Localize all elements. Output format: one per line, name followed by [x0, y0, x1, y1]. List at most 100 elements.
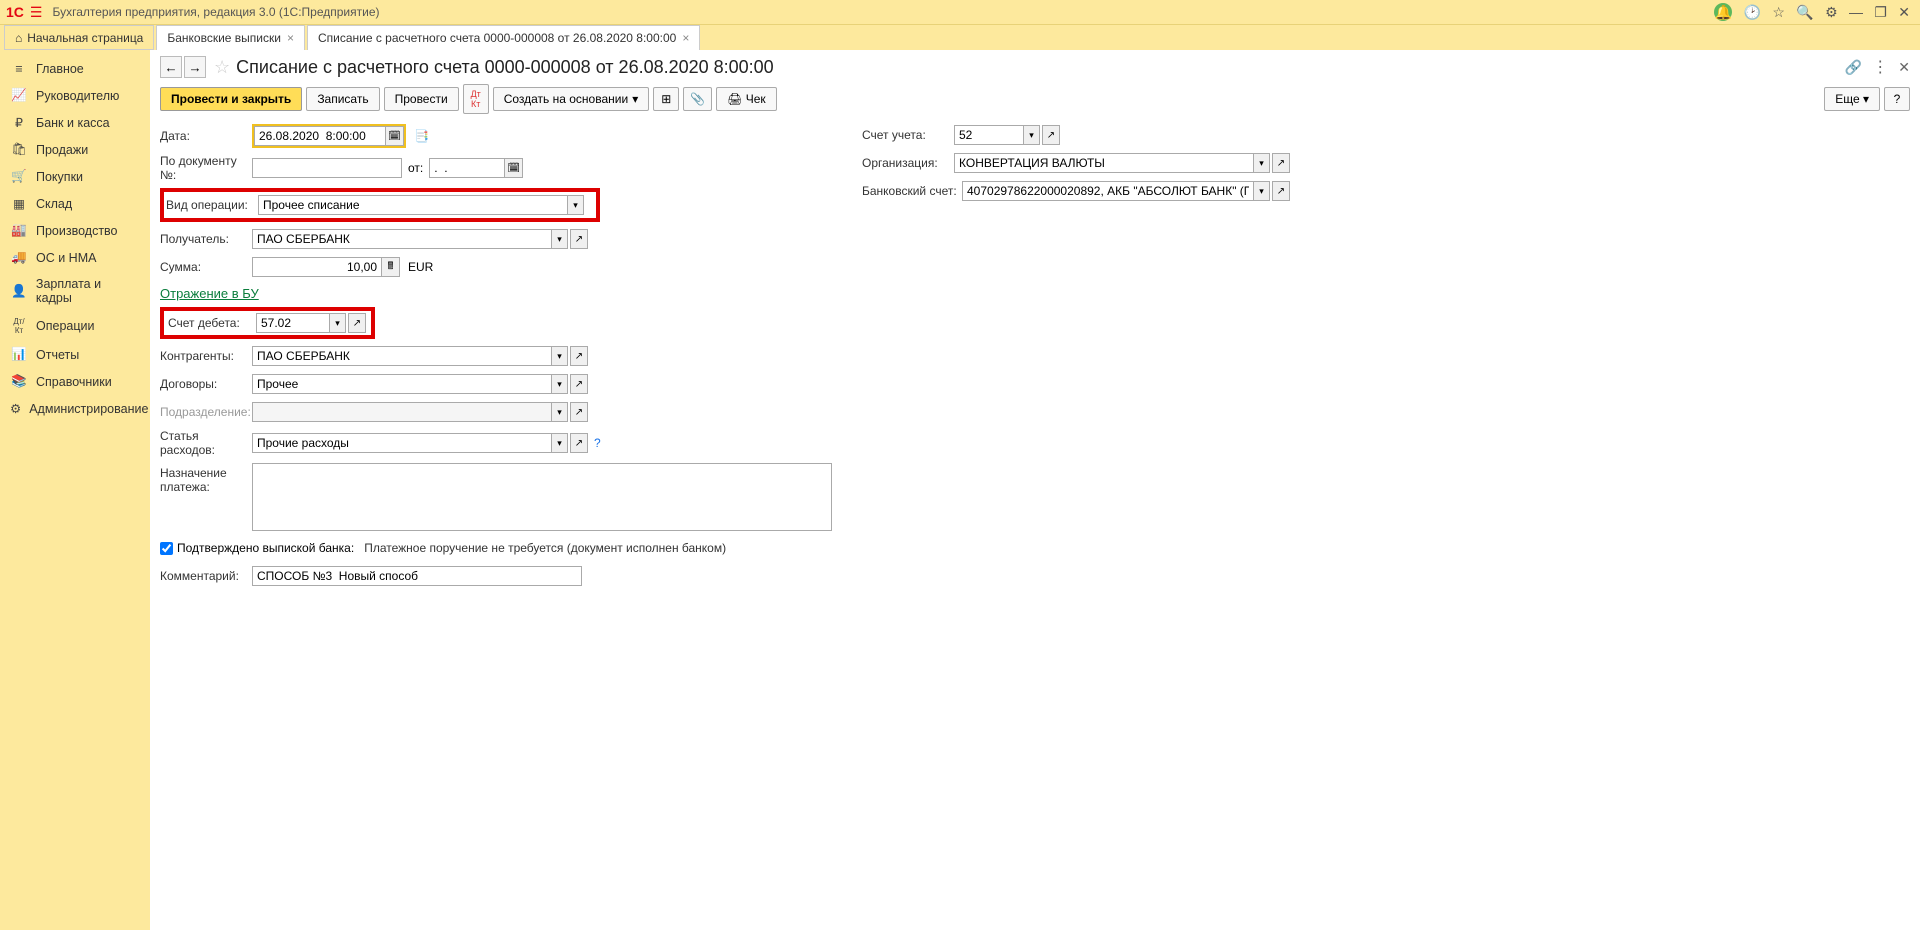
sum-input[interactable]: [252, 257, 382, 277]
form-right-column: Счет учета: ▾ ↗ Организация: ▾ ↗ Банковс…: [862, 124, 1290, 593]
create-based-label: Создать на основании: [504, 92, 629, 106]
close-app-icon[interactable]: ✕: [1898, 4, 1910, 20]
post-close-button[interactable]: Провести и закрыть: [160, 87, 302, 111]
search-icon[interactable]: 🔍: [1796, 4, 1813, 20]
attach-button[interactable]: 📎: [683, 87, 712, 111]
debit-input[interactable]: [256, 313, 330, 333]
contragents-input[interactable]: [252, 346, 552, 366]
currency-label: EUR: [408, 260, 433, 274]
open-icon[interactable]: ↗: [570, 433, 588, 453]
minimize-icon[interactable]: —: [1849, 4, 1863, 20]
reflection-link[interactable]: Отражение в БУ: [160, 286, 259, 301]
help-button[interactable]: ?: [1884, 87, 1910, 111]
dropdown-icon[interactable]: ▾: [1254, 181, 1270, 201]
more-button[interactable]: Еще ▾: [1824, 87, 1880, 111]
truck-icon: 🚚: [10, 250, 28, 265]
favorite-icon[interactable]: ☆: [1772, 4, 1785, 20]
open-icon[interactable]: ↗: [1272, 153, 1290, 173]
sidebar-item-purchases[interactable]: 🛒Покупки: [0, 163, 150, 190]
sidebar-item-warehouse[interactable]: ▦Склад: [0, 190, 150, 217]
dropdown-icon[interactable]: ▾: [552, 229, 568, 249]
receipt-button[interactable]: 🖨 Чек: [716, 87, 777, 111]
open-icon[interactable]: ↗: [348, 313, 366, 333]
sidebar-item-salary[interactable]: 👤Зарплата и кадры: [0, 271, 150, 311]
dept-input: [252, 402, 552, 422]
open-icon[interactable]: ↗: [1042, 125, 1060, 145]
dropdown-icon[interactable]: ▾: [330, 313, 346, 333]
row-expense: Статья расходов: ▾ ↗ ?: [160, 429, 832, 457]
sidebar-item-main[interactable]: ≡Главное: [0, 56, 150, 82]
menu-icon[interactable]: ☰: [30, 4, 43, 21]
save-button[interactable]: Записать: [306, 87, 379, 111]
sidebar-item-sales[interactable]: 🛍Продажи: [0, 136, 150, 163]
open-icon[interactable]: ↗: [570, 374, 588, 394]
close-icon[interactable]: ×: [682, 31, 689, 45]
settings-icon[interactable]: ⚙: [1825, 4, 1838, 20]
sidebar-item-operations[interactable]: Дт/КтОперации: [0, 311, 150, 341]
maximize-icon[interactable]: ❐: [1874, 4, 1887, 20]
purpose-textarea[interactable]: [252, 463, 832, 531]
dropdown-icon[interactable]: ▾: [1024, 125, 1040, 145]
sidebar-item-bank[interactable]: ₽Банк и касса: [0, 109, 150, 136]
doc-header: ← → ☆ Списание с расчетного счета 0000-0…: [160, 56, 1910, 78]
account-input[interactable]: [954, 125, 1024, 145]
post-button[interactable]: Провести: [384, 87, 459, 111]
docnum-date-input[interactable]: [429, 158, 505, 178]
optype-input[interactable]: [258, 195, 568, 215]
close-doc-icon[interactable]: ✕: [1898, 59, 1910, 76]
page-title: Списание с расчетного счета 0000-000008 …: [236, 57, 774, 78]
titlebar-right-icons: 🔔 🕑 ☆ 🔍 ⚙ — ❐ ✕: [1710, 3, 1914, 21]
back-button[interactable]: ←: [160, 56, 182, 78]
expense-input[interactable]: [252, 433, 552, 453]
sidebar-item-assets[interactable]: 🚚ОС и НМА: [0, 244, 150, 271]
tab-bank-statements[interactable]: Банковские выписки ×: [156, 25, 305, 50]
tab-home-label: Начальная страница: [27, 31, 143, 45]
account-label: Счет учета:: [862, 128, 954, 142]
sidebar-item-production[interactable]: 🏭Производство: [0, 217, 150, 244]
help-icon[interactable]: ?: [594, 436, 601, 450]
recipient-input[interactable]: [252, 229, 552, 249]
contracts-input[interactable]: [252, 374, 552, 394]
dropdown-icon[interactable]: ▾: [1254, 153, 1270, 173]
docnum-input[interactable]: [252, 158, 402, 178]
org-input[interactable]: [954, 153, 1254, 173]
close-icon[interactable]: ×: [287, 31, 294, 45]
create-based-button[interactable]: Создать на основании▾: [493, 87, 650, 111]
open-icon[interactable]: ↗: [570, 346, 588, 366]
structure-button[interactable]: ⊞: [653, 87, 679, 111]
confirmed-text: Платежное поручение не требуется (докуме…: [364, 541, 726, 555]
dtkt-button[interactable]: ДтКт: [463, 84, 489, 114]
link-icon[interactable]: 🔗: [1845, 59, 1862, 76]
dropdown-icon[interactable]: ▾: [568, 195, 584, 215]
sidebar-item-manager[interactable]: 📈Руководителю: [0, 82, 150, 109]
open-icon[interactable]: ↗: [1272, 181, 1290, 201]
caret-icon: ▾: [1863, 92, 1869, 106]
row-purpose: Назначение платежа:: [160, 463, 832, 531]
calendar-icon[interactable]: 🗓: [386, 126, 404, 146]
optype-label: Вид операции:: [166, 198, 258, 212]
forward-button[interactable]: →: [184, 56, 206, 78]
sidebar-item-reports[interactable]: 📊Отчеты: [0, 341, 150, 368]
dropdown-icon[interactable]: ▾: [552, 374, 568, 394]
comment-input[interactable]: [252, 566, 582, 586]
home-icon: ⌂: [15, 31, 22, 45]
dropdown-icon[interactable]: ▾: [552, 433, 568, 453]
calculator-icon[interactable]: 🖩: [382, 257, 400, 277]
star-icon[interactable]: ☆: [214, 57, 230, 78]
date-input[interactable]: [254, 126, 386, 146]
sidebar-item-admin[interactable]: ⚙Администрирование: [0, 395, 150, 422]
bank-input[interactable]: [962, 181, 1254, 201]
sidebar-item-references[interactable]: 📚Справочники: [0, 368, 150, 395]
sum-label: Сумма:: [160, 260, 252, 274]
confirmed-checkbox[interactable]: [160, 542, 173, 555]
tab-document[interactable]: Списание с расчетного счета 0000-000008 …: [307, 25, 700, 50]
notification-icon[interactable]: 🔔: [1714, 3, 1732, 21]
calendar-icon[interactable]: 🗓: [505, 158, 523, 178]
tab-home[interactable]: ⌂ Начальная страница: [4, 25, 154, 50]
dropdown-icon[interactable]: ▾: [552, 346, 568, 366]
more-icon[interactable]: ⋮: [1872, 57, 1888, 77]
open-icon[interactable]: ↗: [570, 229, 588, 249]
row-org: Организация: ▾ ↗: [862, 152, 1290, 174]
history-icon[interactable]: 🕑: [1744, 4, 1761, 20]
cart-icon: 🛒: [10, 169, 28, 184]
